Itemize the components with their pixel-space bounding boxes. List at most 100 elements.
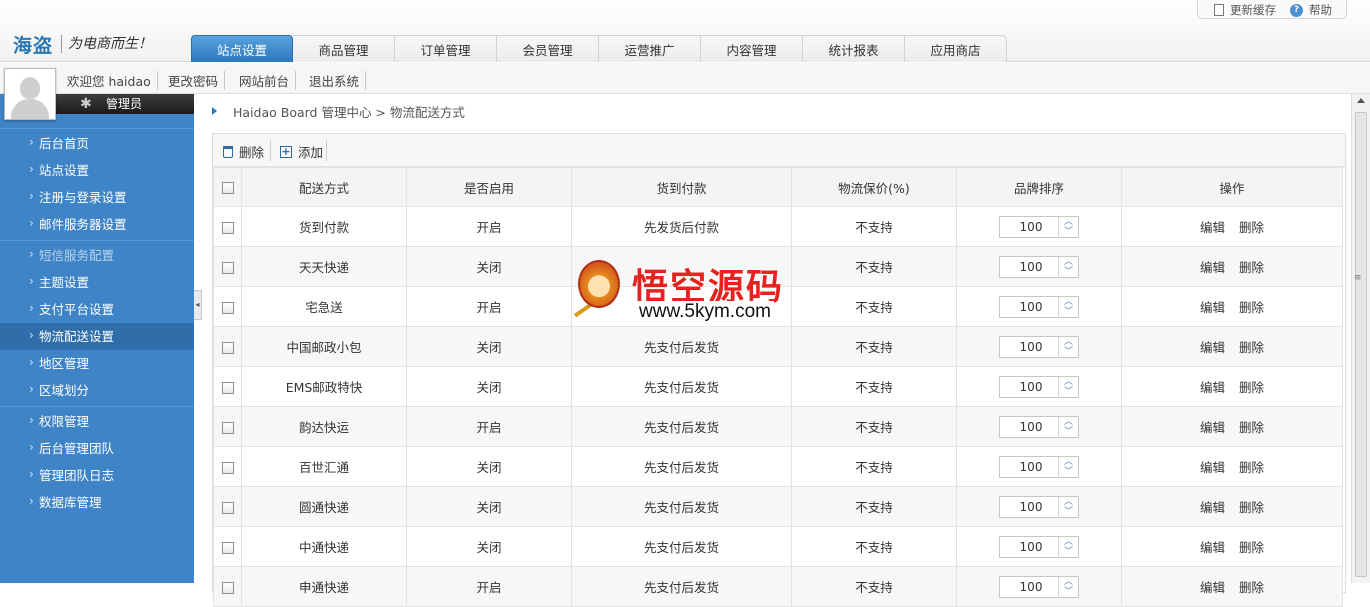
delete-link[interactable]: 删除: [1239, 300, 1264, 315]
delete-link[interactable]: 删除: [1239, 540, 1264, 555]
help-icon: ?: [1290, 3, 1303, 17]
tab-app-store[interactable]: 应用商店: [905, 35, 1007, 62]
edit-link[interactable]: 编辑: [1200, 340, 1225, 355]
stepper-up-icon[interactable]: ︿: [1059, 577, 1078, 587]
stepper-up-icon[interactable]: ︿: [1059, 377, 1078, 387]
stepper-up-icon[interactable]: ︿: [1059, 297, 1078, 307]
logo[interactable]: 海盗: [13, 31, 53, 58]
sort-stepper[interactable]: 100 ︿ ﹀: [999, 535, 1079, 558]
site-front-link[interactable]: 网站前台: [239, 71, 297, 90]
stepper-down-icon[interactable]: ﹀: [1059, 227, 1078, 237]
sort-stepper[interactable]: 100 ︿ ﹀: [999, 575, 1079, 598]
row-checkbox[interactable]: [221, 341, 234, 354]
tab-orders[interactable]: 订单管理: [395, 35, 497, 62]
stepper-down-icon[interactable]: ﹀: [1059, 467, 1078, 477]
sidebar-item-logistics[interactable]: 物流配送设置: [0, 322, 194, 350]
add-button[interactable]: + 添加: [280, 142, 323, 161]
row-checkbox[interactable]: [221, 541, 234, 554]
sidebar-item-sms[interactable]: 短信服务配置: [0, 241, 194, 269]
sort-stepper[interactable]: 100 ︿ ﹀: [999, 375, 1079, 398]
stepper-down-icon[interactable]: ﹀: [1059, 427, 1078, 437]
tab-site-settings[interactable]: 站点设置: [191, 35, 293, 62]
scroll-thumb[interactable]: [1355, 112, 1367, 577]
select-all-checkbox[interactable]: [221, 182, 234, 194]
sidebar-item-zone[interactable]: 区域划分: [0, 376, 194, 404]
stepper-up-icon[interactable]: ︿: [1059, 337, 1078, 347]
sidebar-item-admin-team[interactable]: 后台管理团队: [0, 434, 194, 462]
delete-link[interactable]: 删除: [1239, 420, 1264, 435]
row-checkbox[interactable]: [221, 421, 234, 434]
stepper-up-icon[interactable]: ︿: [1059, 537, 1078, 547]
edit-link[interactable]: 编辑: [1200, 380, 1225, 395]
edit-link[interactable]: 编辑: [1200, 220, 1225, 235]
scroll-up-icon[interactable]: [1357, 98, 1365, 103]
stepper-up-icon[interactable]: ︿: [1059, 497, 1078, 507]
sort-stepper[interactable]: 100 ︿ ﹀: [999, 455, 1079, 478]
breadcrumb-arrow-icon: [212, 107, 217, 115]
refresh-cache-link[interactable]: 更新缓存: [1214, 2, 1276, 18]
sidebar-item-team-log[interactable]: 管理团队日志: [0, 461, 194, 489]
delete-link[interactable]: 删除: [1239, 580, 1264, 595]
stepper-down-icon[interactable]: ﹀: [1059, 347, 1078, 357]
edit-link[interactable]: 编辑: [1200, 420, 1225, 435]
table-row: 货到付款 开启 先发货后付款 不支持 100 ︿ ﹀ 编辑 删除: [213, 206, 1343, 247]
logout-link[interactable]: 退出系统: [309, 71, 367, 90]
edit-link[interactable]: 编辑: [1200, 260, 1225, 275]
edit-link[interactable]: 编辑: [1200, 580, 1225, 595]
page-scrollbar[interactable]: ≡: [1351, 94, 1370, 583]
tab-marketing[interactable]: 运营推广: [599, 35, 701, 62]
delete-link[interactable]: 删除: [1239, 500, 1264, 515]
avatar[interactable]: [4, 68, 56, 120]
sort-stepper[interactable]: 100 ︿ ﹀: [999, 215, 1079, 238]
stepper-down-icon[interactable]: ﹀: [1059, 387, 1078, 397]
delete-link[interactable]: 删除: [1239, 340, 1264, 355]
sort-stepper[interactable]: 100 ︿ ﹀: [999, 295, 1079, 318]
delete-link[interactable]: 删除: [1239, 460, 1264, 475]
stepper-down-icon[interactable]: ﹀: [1059, 507, 1078, 517]
tab-reports[interactable]: 统计报表: [803, 35, 905, 62]
sort-stepper[interactable]: 100 ︿ ﹀: [999, 495, 1079, 518]
stepper-down-icon[interactable]: ﹀: [1059, 307, 1078, 317]
tab-content[interactable]: 内容管理: [701, 35, 803, 62]
stepper-down-icon[interactable]: ﹀: [1059, 267, 1078, 277]
stepper-up-icon[interactable]: ︿: [1059, 417, 1078, 427]
sort-stepper[interactable]: 100 ︿ ﹀: [999, 415, 1079, 438]
sidebar-item-site-settings[interactable]: 站点设置: [0, 156, 194, 184]
row-checkbox[interactable]: [221, 301, 234, 314]
sort-stepper[interactable]: 100 ︿ ﹀: [999, 255, 1079, 278]
delete-link[interactable]: 删除: [1239, 220, 1264, 235]
sidebar-item-mail-server[interactable]: 邮件服务器设置: [0, 210, 194, 238]
help-link[interactable]: ? 帮助: [1290, 2, 1332, 18]
stepper-up-icon[interactable]: ︿: [1059, 457, 1078, 467]
sidebar-item-theme[interactable]: 主题设置: [0, 268, 194, 296]
sidebar-item-payment[interactable]: 支付平台设置: [0, 295, 194, 323]
edit-link[interactable]: 编辑: [1200, 460, 1225, 475]
sort-stepper[interactable]: 100 ︿ ﹀: [999, 335, 1079, 358]
row-checkbox[interactable]: [221, 221, 234, 234]
tab-members[interactable]: 会员管理: [497, 35, 599, 62]
change-password-link[interactable]: 更改密码: [168, 71, 226, 90]
sidebar-item-region[interactable]: 地区管理: [0, 349, 194, 377]
sidebar-item-home[interactable]: 后台首页: [0, 129, 194, 157]
sidebar-item-permissions[interactable]: 权限管理: [0, 407, 194, 435]
edit-link[interactable]: 编辑: [1200, 300, 1225, 315]
sidebar-collapse-handle[interactable]: ◂: [194, 290, 202, 320]
stepper-down-icon[interactable]: ﹀: [1059, 587, 1078, 597]
delete-link[interactable]: 删除: [1239, 260, 1264, 275]
tab-products[interactable]: 商品管理: [293, 35, 395, 62]
stepper-up-icon[interactable]: ︿: [1059, 257, 1078, 267]
edit-link[interactable]: 编辑: [1200, 500, 1225, 515]
row-checkbox[interactable]: [221, 461, 234, 474]
sidebar-item-database[interactable]: 数据库管理: [0, 488, 194, 516]
row-checkbox[interactable]: [221, 581, 234, 594]
row-checkbox[interactable]: [221, 261, 234, 274]
col-header-sort: 品牌排序: [956, 167, 1122, 207]
row-checkbox[interactable]: [221, 501, 234, 514]
row-checkbox[interactable]: [221, 381, 234, 394]
delete-link[interactable]: 删除: [1239, 380, 1264, 395]
stepper-up-icon[interactable]: ︿: [1059, 217, 1078, 227]
edit-link[interactable]: 编辑: [1200, 540, 1225, 555]
sidebar-item-register-login[interactable]: 注册与登录设置: [0, 183, 194, 211]
stepper-down-icon[interactable]: ﹀: [1059, 547, 1078, 557]
delete-button[interactable]: 删除: [223, 142, 264, 161]
